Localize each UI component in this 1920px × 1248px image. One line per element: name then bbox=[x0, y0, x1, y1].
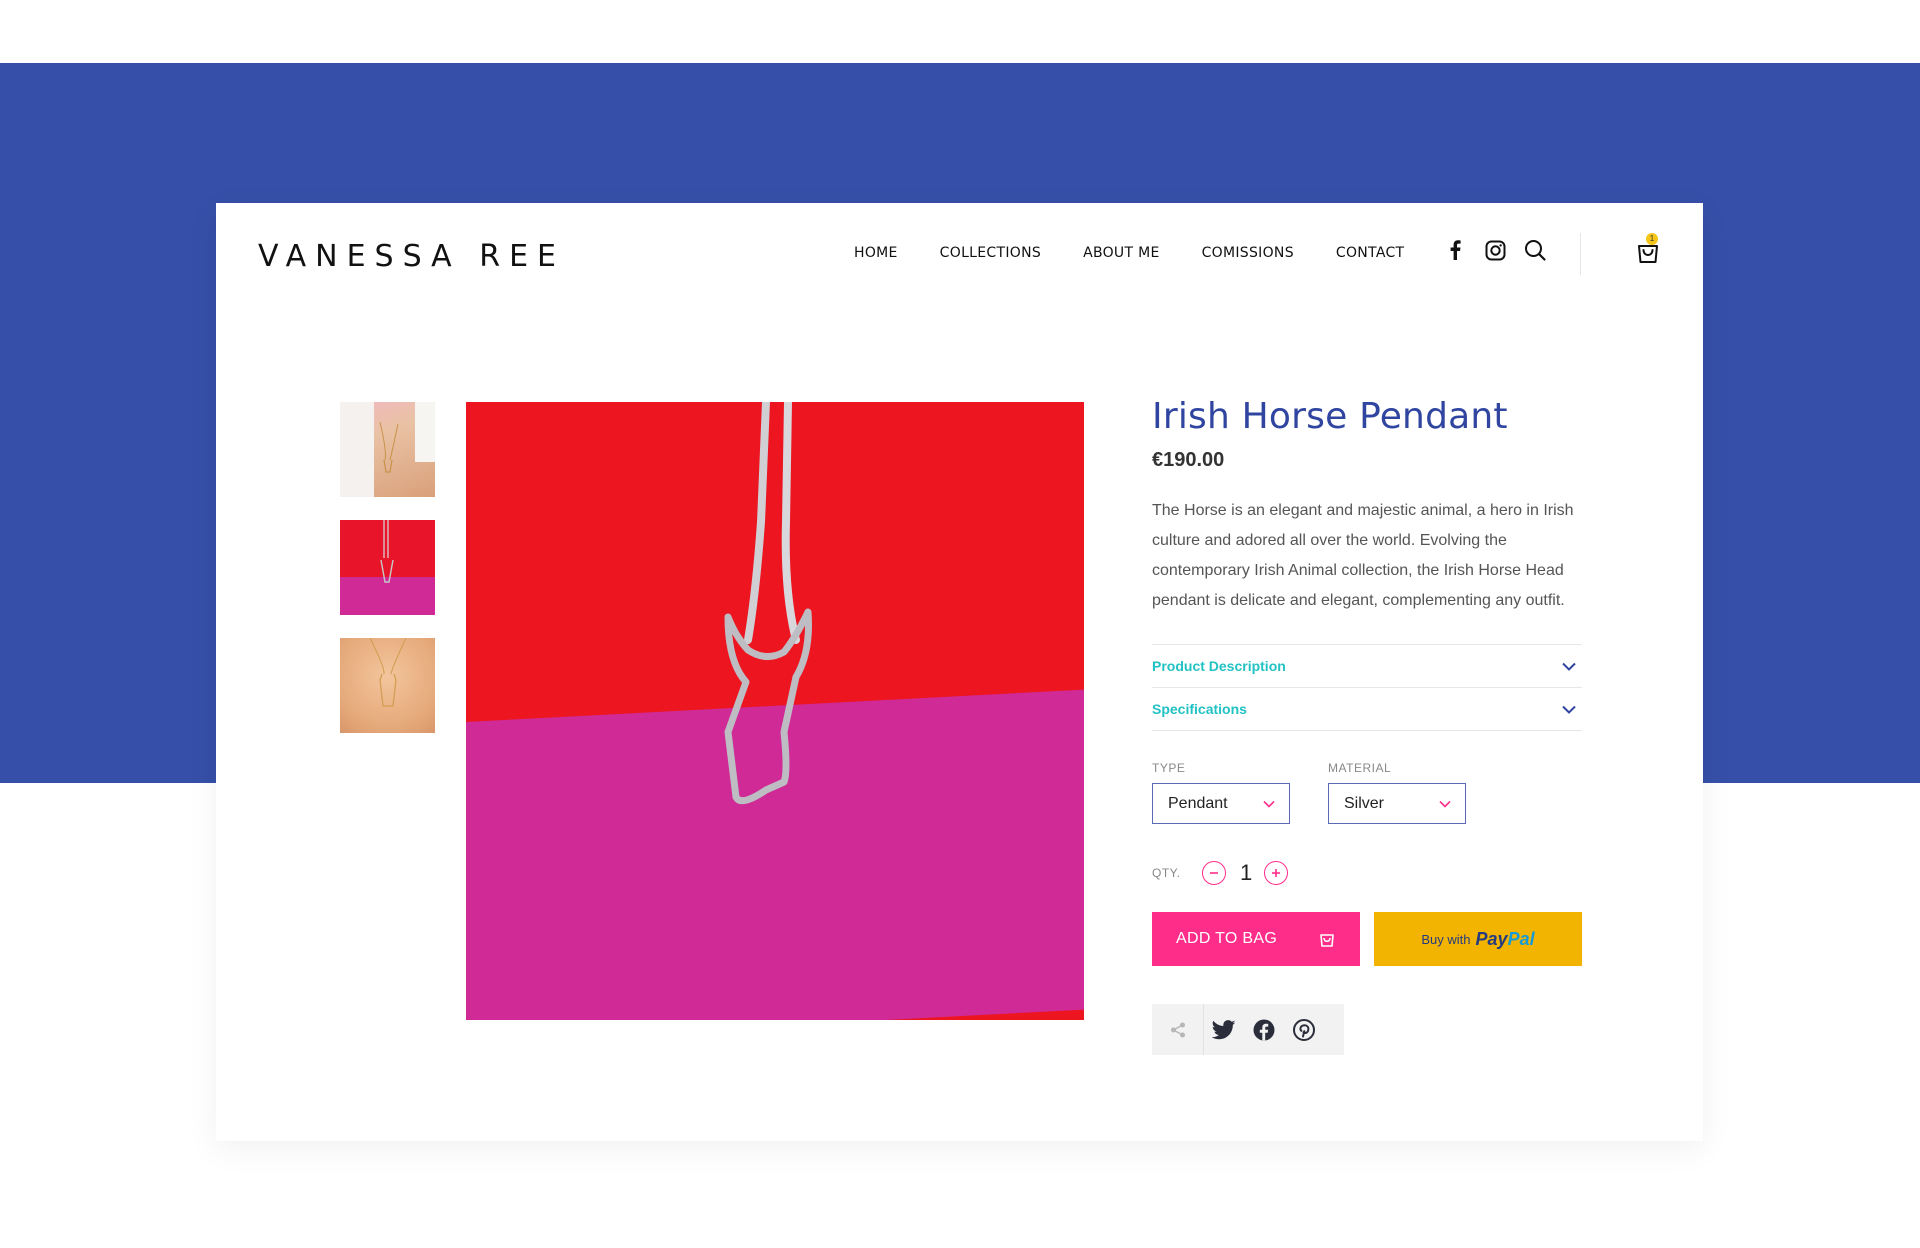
paypal-logo-part-1: Pay bbox=[1475, 928, 1508, 949]
product-accordion: Product Description Specifications bbox=[1152, 644, 1582, 731]
accordion-product-description[interactable]: Product Description bbox=[1152, 645, 1582, 688]
header-icons bbox=[1444, 239, 1546, 261]
accordion-product-description-label: Product Description bbox=[1152, 658, 1286, 674]
quantity-label: QTY. bbox=[1152, 866, 1181, 880]
share-icon[interactable] bbox=[1152, 1004, 1204, 1055]
type-select-value: Pendant bbox=[1168, 794, 1228, 812]
product-page-card: VANESSA REE HOME COLLECTIONS ABOUT ME CO… bbox=[216, 203, 1703, 1141]
twitter-icon[interactable] bbox=[1204, 1004, 1244, 1055]
nav-comissions[interactable]: COMISSIONS bbox=[1202, 245, 1294, 261]
thumbnail-pendant-red[interactable] bbox=[340, 520, 435, 615]
chevron-down-icon bbox=[1562, 705, 1576, 714]
nav-home[interactable]: HOME bbox=[854, 245, 898, 261]
main-nav: HOME COLLECTIONS ABOUT ME COMISSIONS CON… bbox=[854, 245, 1404, 261]
type-label: TYPE bbox=[1152, 761, 1186, 775]
material-option: MATERIAL Silver bbox=[1328, 761, 1466, 824]
nav-collections[interactable]: COLLECTIONS bbox=[940, 245, 1041, 261]
paypal-logo: PayPal bbox=[1476, 929, 1535, 950]
quantity-value[interactable]: 1 bbox=[1240, 860, 1252, 886]
chevron-down-icon bbox=[1263, 800, 1275, 808]
instagram-icon[interactable] bbox=[1484, 239, 1506, 261]
product-options: TYPE Pendant MATERIAL Silver bbox=[1152, 761, 1582, 824]
paypal-prefix: Buy with bbox=[1421, 931, 1471, 947]
add-to-bag-label: ADD TO BAG bbox=[1176, 930, 1278, 947]
thumbnail-list bbox=[340, 402, 435, 733]
search-icon[interactable] bbox=[1524, 239, 1546, 261]
product-title: Irish Horse Pendant bbox=[1152, 396, 1508, 437]
paypal-logo-part-2: Pal bbox=[1507, 928, 1535, 949]
share-bar bbox=[1152, 1004, 1344, 1055]
minus-icon bbox=[1210, 872, 1218, 874]
add-to-bag-button[interactable]: ADD TO BAG bbox=[1152, 912, 1360, 966]
facebook-icon[interactable] bbox=[1244, 1004, 1284, 1055]
thumbnail-pendant-skin[interactable] bbox=[340, 638, 435, 733]
nav-contact[interactable]: CONTACT bbox=[1336, 245, 1405, 261]
accordion-specifications-label: Specifications bbox=[1152, 701, 1247, 717]
thumbnail-model-wearing[interactable] bbox=[340, 402, 435, 497]
plus-icon bbox=[1272, 869, 1280, 877]
header-divider bbox=[1580, 233, 1581, 275]
product-price: €190.00 bbox=[1152, 449, 1225, 471]
chevron-down-icon bbox=[1562, 662, 1576, 671]
type-option: TYPE Pendant bbox=[1152, 761, 1290, 824]
brand-logo[interactable]: VANESSA REE bbox=[258, 239, 565, 274]
material-label: MATERIAL bbox=[1328, 761, 1392, 775]
buy-with-paypal-button[interactable]: Buy with PayPal bbox=[1374, 912, 1582, 966]
decrease-quantity-button[interactable] bbox=[1202, 861, 1226, 885]
shopping-bag-icon bbox=[1320, 934, 1334, 947]
increase-quantity-button[interactable] bbox=[1264, 861, 1288, 885]
pendant-illustration bbox=[724, 402, 812, 805]
material-select-value: Silver bbox=[1344, 794, 1385, 812]
quantity-stepper: QTY. 1 bbox=[1152, 860, 1582, 886]
accordion-specifications[interactable]: Specifications bbox=[1152, 688, 1582, 731]
cart-count-badge: 1 bbox=[1646, 233, 1658, 245]
type-select[interactable]: Pendant bbox=[1152, 783, 1290, 824]
pinterest-icon[interactable] bbox=[1284, 1004, 1324, 1055]
product-description-text: The Horse is an elegant and majestic ani… bbox=[1152, 502, 1574, 609]
product-info: Irish Horse Pendant €190.00 The Horse is… bbox=[1152, 396, 1582, 1055]
main-product-image bbox=[466, 402, 1084, 1020]
purchase-buttons: ADD TO BAG Buy with PayPal bbox=[1152, 912, 1582, 966]
material-select[interactable]: Silver bbox=[1328, 783, 1466, 824]
chevron-down-icon bbox=[1439, 800, 1451, 808]
facebook-icon[interactable] bbox=[1444, 239, 1466, 261]
nav-about-me[interactable]: ABOUT ME bbox=[1083, 245, 1160, 261]
